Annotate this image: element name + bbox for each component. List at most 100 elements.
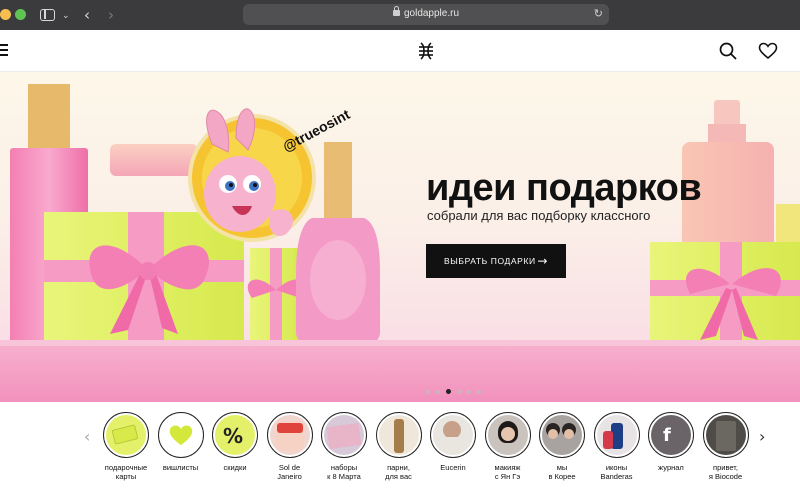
product-box-icon (705, 415, 746, 455)
story-label-line2: я Biocode (708, 472, 743, 481)
story-label-line2: в Корее (548, 472, 576, 481)
story-label-line1: привет, (713, 463, 738, 472)
sidebar-toggle-icon[interactable] (40, 9, 55, 21)
story-label: подарочные карты (98, 463, 154, 481)
story-ring (266, 412, 313, 458)
story-item[interactable]: Eucerin (425, 412, 481, 472)
story-label-line1: мы (556, 463, 568, 472)
product-jar-icon (269, 415, 310, 455)
story-label: Eucerin (425, 463, 481, 472)
stories-next-arrow-icon[interactable]: › (759, 427, 765, 446)
story-item[interactable]: наборы к 8 Марта (316, 412, 372, 481)
story-item[interactable]: мы в Корее (534, 412, 590, 481)
watermark-sticker (188, 108, 316, 242)
story-label: вишлисты (153, 463, 209, 472)
percent-icon: % (215, 415, 255, 455)
story-label-line2: к 8 Марта (327, 472, 361, 481)
story-item[interactable]: Sol de Janeiro (262, 412, 318, 481)
banner-headline: идеи подарков (426, 167, 702, 209)
story-label: привет, я Biocode (698, 463, 754, 481)
story-ring (430, 412, 476, 458)
carousel-dot[interactable] (457, 389, 461, 394)
story-label: наборы к 8 Марта (316, 463, 372, 481)
person-photo-icon (487, 415, 528, 455)
story-label-line1: вишлисты (162, 463, 199, 472)
arrow-right-icon: → (537, 254, 548, 268)
story-label-line1: подарочные (104, 463, 148, 472)
story-item[interactable]: f журнал (643, 412, 699, 472)
carousel-dot[interactable] (436, 389, 440, 394)
reload-icon[interactable]: ↻ (594, 7, 603, 20)
story-label-line1: парни, (387, 463, 410, 472)
goldapple-logo-icon[interactable] (418, 42, 434, 60)
story-ring (484, 412, 531, 458)
minimize-window-button[interactable] (0, 9, 11, 20)
story-label-line2: Janeiro (277, 472, 302, 481)
address-bar[interactable]: goldapple.ru ↻ (243, 4, 609, 25)
story-item[interactable]: вишлисты (153, 412, 209, 472)
url-text: goldapple.ru (403, 8, 460, 19)
story-ring (157, 412, 204, 458)
story-item[interactable]: парни, для вас (371, 412, 427, 481)
banner-illustration: @trueosint (0, 84, 800, 402)
story-ring: % (212, 412, 258, 458)
story-ring: f (648, 412, 694, 458)
stories-strip: ‹ › подарочные карты вишлисты% скидки Sol de… (0, 402, 800, 500)
product-bottle-icon (378, 415, 419, 455)
stories-prev-arrow-icon[interactable]: ‹ (84, 427, 90, 446)
heart-icon[interactable] (758, 41, 778, 61)
chevron-down-icon[interactable]: ⌄ (62, 7, 70, 25)
story-label: парни, для вас (371, 463, 427, 481)
story-ring (103, 412, 149, 458)
story-label: Sol de Janeiro (262, 463, 318, 481)
browser-toolbar: ⌄ ‹ › goldapple.ru ↻ (0, 0, 800, 30)
story-label-line2: Banderas (600, 472, 633, 481)
story-ring (321, 412, 367, 458)
carousel-dot[interactable] (426, 389, 430, 394)
story-label-line2: с Ян Гэ (494, 472, 521, 481)
person-photo-icon (433, 415, 473, 455)
story-label: иконы Banderas (589, 463, 645, 481)
story-label-line1: макияж (494, 463, 521, 472)
story-ring (593, 412, 640, 458)
search-icon[interactable] (718, 41, 738, 61)
story-label: макияж с Ян Гэ (480, 463, 536, 481)
choose-gifts-label: ВЫБРАТЬ ПОДАРКИ (444, 256, 536, 266)
story-label-line1: наборы (330, 463, 358, 472)
lock-icon (392, 6, 400, 16)
carousel-dot[interactable] (477, 389, 481, 394)
story-item[interactable]: иконы Banderas (589, 412, 645, 481)
story-item[interactable]: привет, я Biocode (698, 412, 754, 481)
hamburger-menu-icon[interactable] (0, 44, 8, 56)
forward-arrow-icon[interactable]: › (108, 6, 114, 24)
story-ring (539, 412, 585, 458)
story-ring (375, 412, 422, 458)
story-label: мы в Корее (534, 463, 590, 481)
gift-card-icon (106, 415, 146, 455)
carousel-dots (426, 383, 487, 395)
journal-icon: f (651, 415, 691, 455)
story-label-line1: Eucerin (440, 463, 466, 472)
promo-banner[interactable]: @trueosint идеи подарков собрали для вас… (0, 72, 800, 402)
story-label-line1: скидки (223, 463, 247, 472)
story-item[interactable]: % скидки (207, 412, 263, 472)
back-arrow-icon[interactable]: ‹ (84, 6, 90, 24)
banner-subline: собрали для вас подборку классного (427, 208, 651, 223)
story-label-line2: для вас (385, 472, 412, 481)
carousel-dot[interactable] (467, 389, 471, 394)
story-label-line1: Sol de (278, 463, 301, 472)
story-item[interactable]: подарочные карты (98, 412, 154, 481)
story-item[interactable]: макияж с Ян Гэ (480, 412, 536, 481)
story-label: журнал (643, 463, 699, 472)
story-label-line1: иконы (605, 463, 628, 472)
choose-gifts-button[interactable]: ВЫБРАТЬ ПОДАРКИ → (426, 244, 566, 278)
story-ring (702, 412, 749, 458)
story-label-line1: журнал (658, 463, 684, 472)
perfume-icon (596, 415, 637, 455)
zoom-window-button[interactable] (15, 9, 26, 20)
story-label: скидки (207, 463, 263, 472)
heart-icon (160, 415, 201, 455)
gift-set-icon (324, 415, 364, 455)
site-header (0, 30, 800, 72)
story-label-line2: карты (115, 472, 137, 481)
